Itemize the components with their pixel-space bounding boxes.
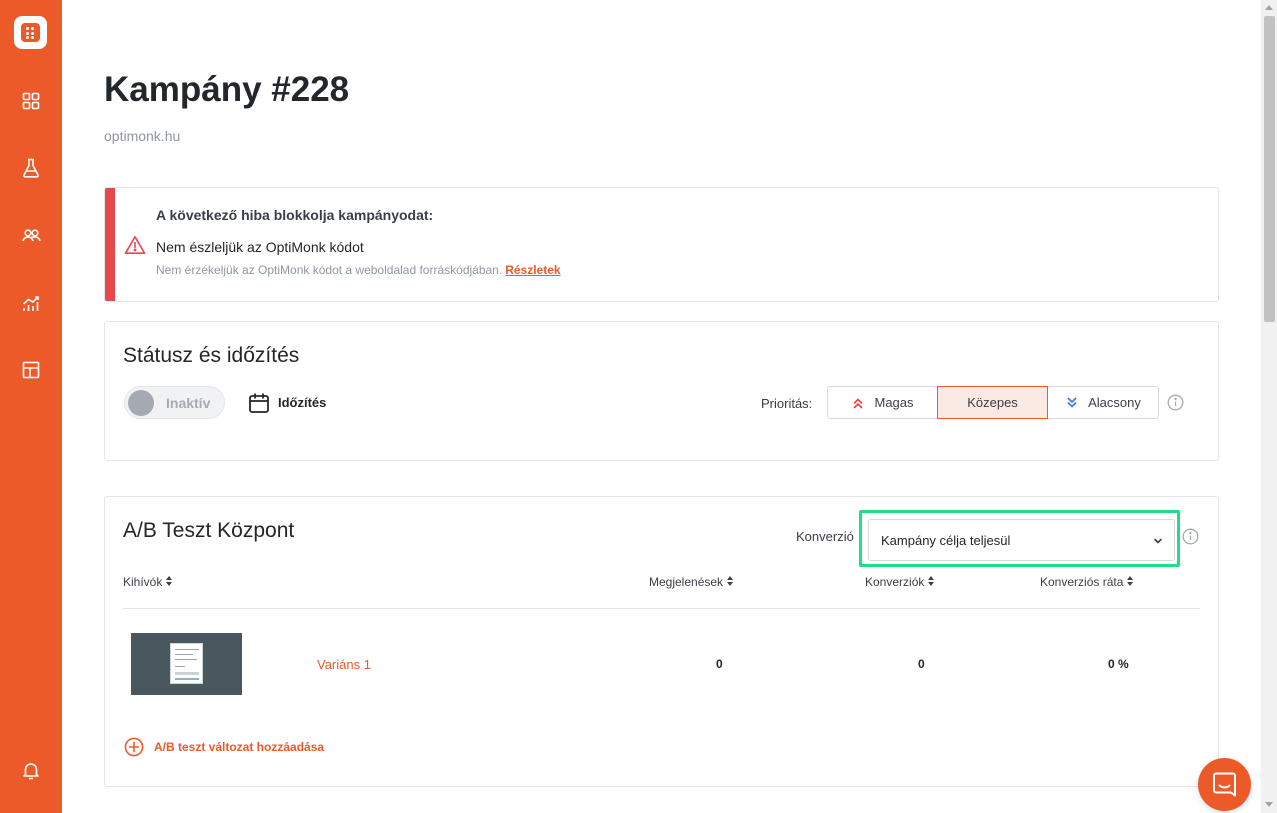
error-alert: A következő hiba blokkolja kampányodat: …	[104, 187, 1219, 302]
column-conversion-rate[interactable]: Konverziós ráta	[1040, 575, 1134, 589]
column-challengers[interactable]: Kihívók	[123, 575, 173, 589]
details-link[interactable]: Részletek	[505, 263, 560, 277]
calendar-icon[interactable]	[248, 392, 270, 414]
page-title: Kampány #228	[104, 70, 350, 109]
page-scrollbar[interactable]	[1261, 0, 1277, 813]
conversion-select[interactable]: Kampány célja teljesül	[868, 519, 1175, 561]
column-impressions[interactable]: Megjelenések	[649, 575, 734, 589]
sidebar	[0, 0, 62, 813]
warning-icon	[124, 235, 146, 255]
plus-circle-icon	[124, 737, 144, 757]
chevron-down-icon	[1154, 538, 1162, 544]
priority-segmented-control: Magas Közepes Alacsony	[827, 386, 1159, 419]
sort-icon	[166, 576, 173, 587]
conversion-select-value: Kampány célja teljesül	[881, 533, 1011, 548]
variant-name-link[interactable]: Variáns 1	[317, 657, 371, 672]
priority-label: Prioritás:	[761, 396, 813, 411]
chevrons-up-icon	[854, 398, 863, 408]
status-scheduling-card: Státusz és időzítés Inaktív Időzítés Pri…	[104, 321, 1219, 461]
sort-icon	[727, 576, 734, 587]
campaign-status-toggle[interactable]: Inaktív	[124, 386, 225, 419]
ab-test-title: A/B Teszt Központ	[123, 519, 295, 542]
schedule-link[interactable]: Időzítés	[278, 395, 326, 410]
chat-icon	[1213, 772, 1236, 797]
toggle-label: Inaktív	[166, 395, 211, 411]
chat-launcher-button[interactable]	[1198, 758, 1251, 811]
alert-message: Nem észleljük az OptiMonk kódot	[156, 239, 364, 255]
alert-description: Nem érzékeljük az OptiMonk kódot a webol…	[156, 263, 561, 277]
analytics-chart-icon[interactable]	[19, 292, 43, 316]
ab-test-card: A/B Teszt Központ Konverzió Kampány célj…	[104, 496, 1219, 787]
priority-medium-button[interactable]: Közepes	[937, 386, 1048, 419]
column-conversions[interactable]: Konverziók	[865, 575, 935, 589]
priority-high-button[interactable]: Magas	[828, 387, 937, 418]
chevrons-down-icon	[1067, 397, 1077, 407]
conversions-value: 0	[918, 657, 925, 671]
alert-title: A következő hiba blokkolja kampányodat:	[156, 207, 434, 223]
flask-icon[interactable]	[19, 156, 43, 180]
optimonk-logo[interactable]	[14, 16, 47, 49]
users-icon[interactable]	[19, 224, 43, 248]
variant-thumbnail[interactable]	[131, 633, 242, 695]
table-divider	[123, 608, 1200, 609]
conversion-info-icon[interactable]	[1182, 528, 1199, 545]
toggle-knob	[128, 390, 154, 416]
conversion-select-highlight: Kampány célja teljesül	[859, 510, 1180, 567]
bell-icon[interactable]	[19, 758, 43, 782]
scroll-thumb[interactable]	[1264, 16, 1275, 322]
scroll-up-arrow-icon[interactable]	[1265, 5, 1273, 10]
priority-low-button[interactable]: Alacsony	[1048, 387, 1158, 418]
status-section-title: Státusz és időzítés	[123, 344, 300, 367]
sort-icon	[928, 576, 935, 587]
impressions-value: 0	[716, 657, 723, 671]
campaign-domain: optimonk.hu	[104, 128, 181, 144]
conversion-label: Konverzió	[796, 529, 854, 544]
dashboard-grid-icon[interactable]	[19, 89, 43, 113]
add-ab-variant-button[interactable]: A/B teszt változat hozzáadása	[124, 737, 324, 757]
alert-accent-bar	[105, 188, 115, 301]
sort-icon	[1127, 576, 1134, 587]
scroll-down-arrow-icon[interactable]	[1265, 802, 1273, 807]
conversion-rate-value: 0 %	[1108, 657, 1129, 671]
layout-template-icon[interactable]	[19, 358, 43, 382]
priority-info-icon[interactable]	[1167, 394, 1184, 411]
